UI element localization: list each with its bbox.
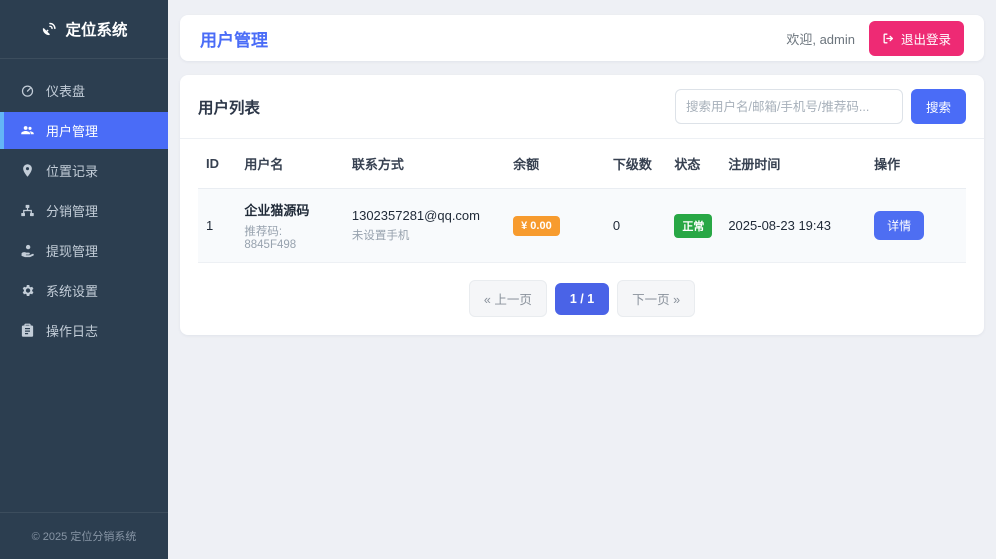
sidebar-item-label: 位置记录 [46, 164, 99, 179]
cell-contact: 1302357281@qq.com 未设置手机 [343, 188, 506, 263]
app-title: 定位系统 [65, 22, 128, 39]
username-text: 企业猫源码 [244, 203, 310, 218]
sidebar-item-logs[interactable]: 操作日志 [0, 312, 168, 349]
map-marker-icon [23, 164, 32, 177]
cell-registered: 2025-08-23 19:43 [720, 188, 867, 263]
gauge-icon [21, 85, 34, 97]
sign-out-icon [883, 33, 893, 43]
col-actions: 操作 [866, 139, 966, 189]
cell-actions: 详情 [866, 188, 966, 263]
sidebar-item-settings[interactable]: 系统设置 [0, 272, 168, 309]
card-header: 用户列表 搜索 [180, 75, 984, 139]
user-list-card: 用户列表 搜索 ID 用户名 联系方式 余额 下级数 [180, 75, 984, 335]
balance-badge: ¥ 0.00 [513, 215, 560, 236]
main-content: 用户管理 欢迎, admin 退出登录 用户列表 搜索用户名/邮箱/手机号/推荐… [168, 0, 996, 559]
col-status: 状态 [666, 139, 721, 189]
status-badge: 正常 [674, 213, 713, 238]
col-username: 用户名 [236, 139, 344, 189]
app-logo: 定位系统 [0, 0, 168, 59]
detail-button[interactable]: 详情 [874, 211, 925, 240]
search-box: 搜索 [674, 89, 966, 124]
header-right: 欢迎, admin 退出登录 [786, 20, 964, 56]
sidebar-item-label: 分销管理 [46, 204, 99, 219]
sitemap-icon [21, 204, 34, 217]
current-page-indicator[interactable]: 1 / 1 [554, 282, 610, 315]
clipboard-icon [21, 323, 34, 337]
gears-icon [22, 285, 34, 296]
cell-status: 正常 [666, 188, 721, 263]
sidebar-item-dashboard[interactable]: 仪表盘 [0, 72, 168, 109]
pagination: « 上一页 1 / 1 下一页 » [180, 263, 984, 335]
user-table: ID 用户名 联系方式 余额 下级数 状态 注册时间 操作 1 企业猫源码 推荐… [198, 139, 966, 263]
sidebar-item-label: 操作日志 [46, 324, 99, 339]
sidebar-item-label: 仪表盘 [46, 84, 86, 99]
logout-button[interactable]: 退出登录 [868, 20, 964, 56]
page-header: 用户管理 欢迎, admin 退出登录 [180, 15, 984, 61]
table-row: 1 企业猫源码 推荐码: 8845F498 1302357281@qq.com … [198, 188, 966, 263]
sidebar-item-label: 提现管理 [46, 244, 99, 259]
logout-label: 退出登录 [900, 32, 951, 47]
col-id: ID [198, 139, 237, 189]
search-input[interactable] [674, 89, 903, 124]
satellite-dish-icon [43, 22, 57, 35]
users-icon [21, 126, 34, 135]
cell-balance: ¥ 0.00 [505, 188, 605, 263]
referral-code-text: 推荐码: 8845F498 [244, 226, 297, 251]
welcome-text: 欢迎, admin [786, 31, 855, 47]
search-button[interactable]: 搜索 [910, 89, 966, 124]
sidebar-menu: 仪表盘 用户管理 位置记录 分销管理 提现管理 系统设置 操作日志 [0, 59, 168, 512]
cell-subordinates: 0 [604, 188, 667, 263]
sidebar-item-label: 用户管理 [46, 124, 99, 139]
email-text: 1302357281@qq.com [351, 208, 480, 223]
sidebar-footer: © 2025 定位分销系统 [0, 512, 168, 559]
cell-username: 企业猫源码 推荐码: 8845F498 [236, 188, 344, 263]
sidebar-item-users[interactable]: 用户管理 [0, 112, 168, 149]
col-subordinates: 下级数 [604, 139, 667, 189]
hand-coin-icon [21, 244, 34, 258]
user-table-wrap: ID 用户名 联系方式 余额 下级数 状态 注册时间 操作 1 企业猫源码 推荐… [180, 139, 984, 263]
sidebar: 定位系统 仪表盘 用户管理 位置记录 分销管理 提现管理 系统设置 操作日志 ©… [0, 0, 168, 559]
sidebar-item-label: 系统设置 [46, 284, 99, 299]
phone-text: 未设置手机 [351, 230, 410, 242]
sidebar-item-locations[interactable]: 位置记录 [0, 152, 168, 189]
page-title: 用户管理 [200, 30, 268, 50]
prev-page-button[interactable]: « 上一页 [468, 280, 547, 317]
col-registered: 注册时间 [720, 139, 867, 189]
next-page-button[interactable]: 下一页 » [617, 280, 696, 317]
card-title: 用户列表 [198, 99, 261, 117]
table-header-row: ID 用户名 联系方式 余额 下级数 状态 注册时间 操作 [198, 139, 966, 189]
sidebar-item-distribution[interactable]: 分销管理 [0, 192, 168, 229]
col-contact: 联系方式 [343, 139, 506, 189]
cell-id: 1 [198, 188, 237, 263]
sidebar-item-withdrawals[interactable]: 提现管理 [0, 232, 168, 269]
col-balance: 余额 [505, 139, 605, 189]
